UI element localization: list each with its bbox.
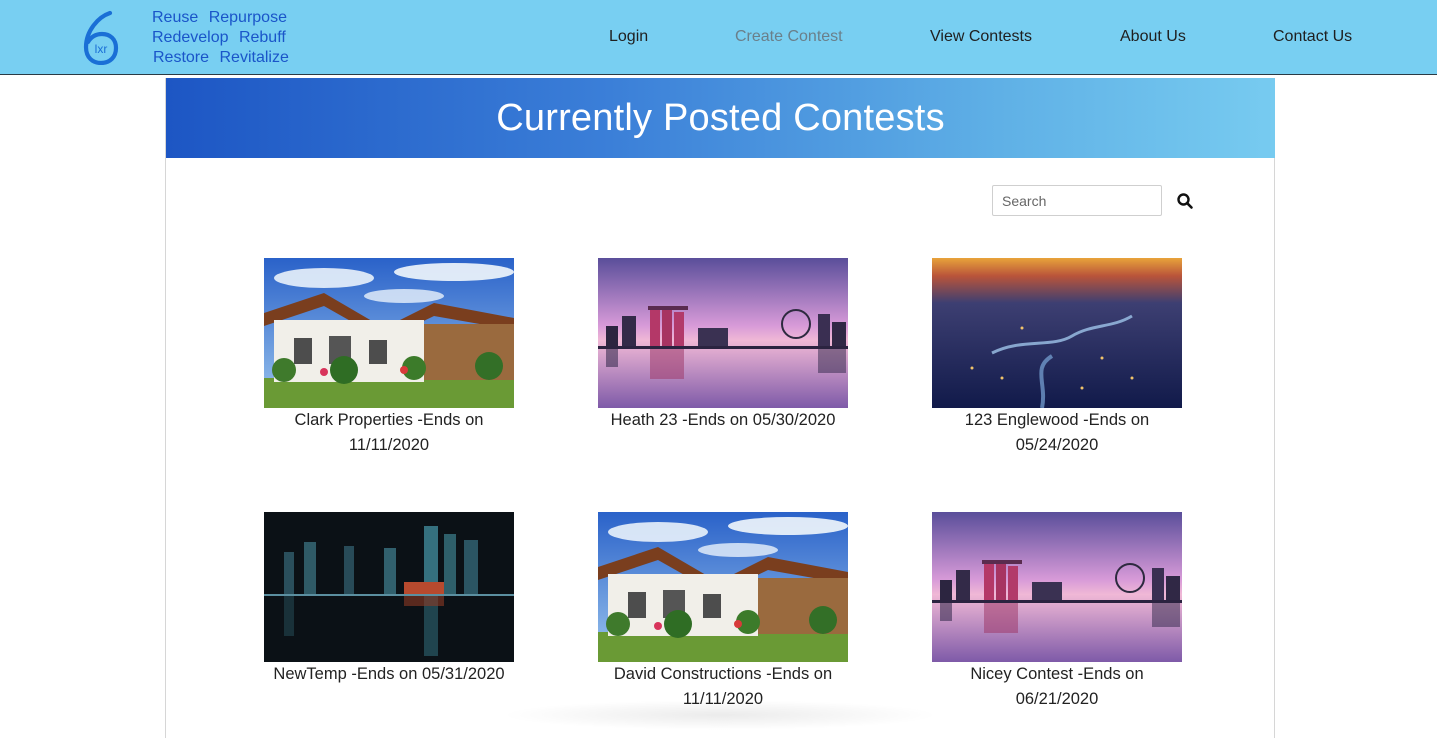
tagline-word: Restore (153, 49, 210, 66)
logo-text: lxr (95, 42, 108, 56)
contest-image-night-skyline[interactable] (264, 512, 514, 662)
contest-card[interactable]: Clark Properties -Ends on 11/11/2020 (264, 258, 514, 458)
page-title: Currently Posted Contests (496, 96, 945, 139)
contest-caption[interactable]: 123 Englewood -Ends on 05/24/2020 (932, 408, 1182, 458)
contest-card[interactable]: Nicey Contest -Ends on 06/21/2020 (932, 512, 1182, 712)
tagline-word: Reuse (152, 9, 199, 26)
page-banner: Currently Posted Contests (166, 78, 1275, 158)
contest-caption[interactable]: Clark Properties -Ends on 11/11/2020 (264, 408, 514, 458)
tagline-word: Revitalize (219, 49, 289, 66)
six-lxr-logo-icon[interactable]: lxr (80, 9, 122, 65)
nav-login-link[interactable]: Login (609, 27, 648, 47)
search-input[interactable] (992, 185, 1162, 216)
contest-image-aerial-city[interactable] (932, 258, 1182, 408)
tagline-row: Restore Revitalize (152, 48, 289, 68)
contests-panel: Currently Posted Contests Search Clark P… (165, 78, 1275, 738)
top-navbar: lxr Reuse Repurpose Redevelop Rebuff Res… (0, 0, 1437, 75)
nav-about-us-link[interactable]: About Us (1120, 27, 1186, 47)
nav-contact-us-link[interactable]: Contact Us (1273, 27, 1352, 47)
tagline-row: Reuse Repurpose (152, 8, 289, 28)
contest-image-skyline-sunset[interactable] (598, 258, 848, 408)
contest-caption[interactable]: Nicey Contest -Ends on 06/21/2020 (932, 662, 1182, 712)
contest-caption[interactable]: NewTemp -Ends on 05/31/2020 (264, 662, 514, 687)
contest-image-house[interactable] (264, 258, 514, 408)
contest-card[interactable]: 123 Englewood -Ends on 05/24/2020 (932, 258, 1182, 458)
contest-image-house[interactable] (598, 512, 848, 662)
tagline-row: Redevelop Rebuff (152, 28, 289, 48)
tagline-word: Redevelop (152, 29, 229, 46)
brand-tagline: Reuse Repurpose Redevelop Rebuff Restore… (152, 8, 289, 68)
tagline-word: Repurpose (208, 9, 287, 26)
nav-view-contests-link[interactable]: View Contests (930, 27, 1032, 47)
contest-card[interactable]: NewTemp -Ends on 05/31/2020 (264, 512, 514, 687)
scroll-shadow (500, 700, 940, 730)
contest-image-skyline-sunset[interactable] (932, 512, 1182, 662)
tagline-word: Rebuff (238, 29, 286, 46)
nav-create-contest-link[interactable]: Create Contest (735, 27, 843, 47)
contest-card[interactable]: Heath 23 -Ends on 05/30/2020 (598, 258, 848, 433)
contest-card[interactable]: David Constructions -Ends on 11/11/2020 (598, 512, 848, 712)
contest-caption[interactable]: Heath 23 -Ends on 05/30/2020 (598, 408, 848, 433)
search-icon[interactable] (1176, 192, 1194, 210)
